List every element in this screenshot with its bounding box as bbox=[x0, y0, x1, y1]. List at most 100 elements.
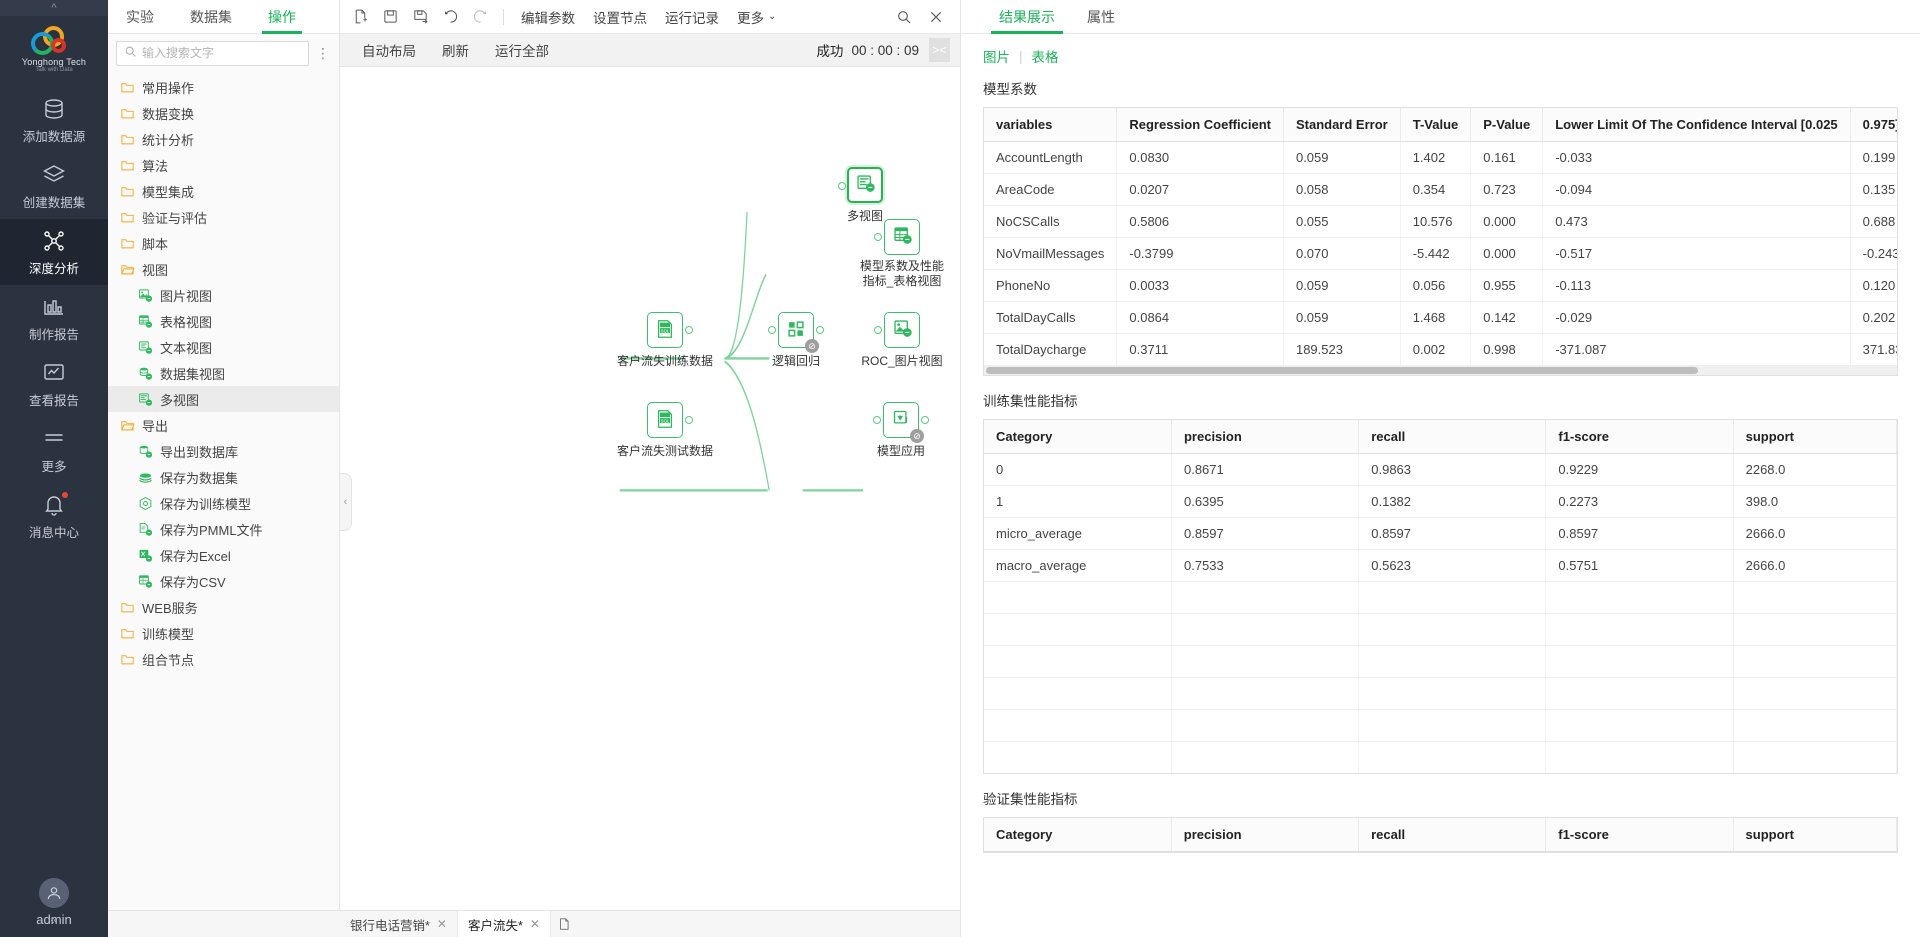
tree-item-0[interactable]: 常用操作 bbox=[108, 74, 339, 100]
run-all-button[interactable]: 运行全部 bbox=[483, 34, 561, 67]
node-box[interactable]: SQL bbox=[647, 312, 693, 348]
table-row[interactable]: 0 0.8671 0.9863 0.9229 2268.0 bbox=[984, 453, 1897, 486]
column-header[interactable]: 0.975]Upper Limit Of The Confidence Inte… bbox=[1850, 108, 1897, 142]
table-scroll-viewport[interactable]: Category precision recall f1-score support bbox=[984, 818, 1897, 852]
search-box[interactable] bbox=[116, 40, 309, 66]
rail-item-deep-analysis[interactable]: 深度分析 bbox=[0, 219, 108, 286]
set-node-button[interactable]: 设置节点 bbox=[585, 4, 655, 30]
scrollbar-thumb[interactable] bbox=[986, 367, 1699, 374]
subtab-image[interactable]: 图片 bbox=[983, 46, 1010, 66]
edit-params-button[interactable]: 编辑参数 bbox=[513, 4, 583, 30]
column-header[interactable]: Regression Coefficient bbox=[1116, 108, 1284, 142]
table-row[interactable]: 1 0.6395 0.1382 0.2273 398.0 bbox=[984, 485, 1897, 518]
tree-item-4[interactable]: 模型集成 bbox=[108, 178, 339, 204]
save-icon[interactable] bbox=[376, 4, 404, 30]
save-as-icon[interactable] bbox=[406, 4, 434, 30]
table-row[interactable]: AccountLength 0.0830 0.059 1.402 0.161 -0.033… bbox=[984, 141, 1897, 174]
column-header[interactable]: Lower Limit Of The Confidence Interval [… bbox=[1542, 108, 1851, 142]
column-header[interactable]: P-Value bbox=[1470, 108, 1544, 142]
rail-item-more[interactable]: 更多 bbox=[0, 417, 108, 483]
search-input[interactable] bbox=[142, 46, 301, 60]
close-icon[interactable]: ✕ bbox=[437, 917, 447, 931]
table-row[interactable]: TotalDayCalls 0.0864 0.059 1.468 0.142 -0.029… bbox=[984, 301, 1897, 334]
tree-more-icon[interactable]: ⋮ bbox=[315, 46, 331, 60]
node-box[interactable]: SQL bbox=[647, 402, 693, 438]
node-train-data[interactable]: SQL 客户流失训练数据 bbox=[617, 312, 713, 369]
node-logistic-regression[interactable]: ⊘ 逻辑回归 bbox=[768, 312, 824, 369]
node-box[interactable] bbox=[838, 167, 883, 203]
node-box[interactable] bbox=[874, 219, 920, 255]
workflow-canvas[interactable]: ‹ SQL 客户流失训练数据 ⊘ 逻辑回归 多视图 模型系数及性能指标_表格视图… bbox=[340, 67, 960, 937]
node-box[interactable]: ⊘ bbox=[873, 402, 929, 443]
table-row[interactable]: PhoneNo 0.0033 0.059 0.056 0.955 -0.113 0.120 bbox=[984, 269, 1897, 302]
node-input-port[interactable] bbox=[873, 416, 881, 424]
rail-item-make-report[interactable]: 制作报告 bbox=[0, 285, 108, 351]
tab-result-display[interactable]: 结果展示 bbox=[983, 0, 1071, 34]
subtab-table[interactable]: 表格 bbox=[1032, 46, 1059, 66]
tree-item-8[interactable]: 图片视图 bbox=[108, 282, 339, 308]
result-panel-body[interactable]: 图片 | 表格 模型系数 variables Regression Coeffici… bbox=[961, 34, 1920, 937]
tree-item-12[interactable]: 多视图 bbox=[108, 386, 339, 412]
tree-item-3[interactable]: 算法 bbox=[108, 152, 339, 178]
table-row[interactable]: TotalDaycharge 0.3711 189.523 0.002 0.998 -37… bbox=[984, 333, 1897, 366]
new-file-icon[interactable] bbox=[346, 4, 374, 30]
tab-operations[interactable]: 操作 bbox=[250, 0, 314, 34]
tree-item-14[interactable]: 导出到数据库 bbox=[108, 438, 339, 464]
tree-item-22[interactable]: 组合节点 bbox=[108, 646, 339, 672]
node-box[interactable] bbox=[874, 312, 920, 348]
node-multi-view[interactable]: 多视图 bbox=[838, 167, 883, 224]
tab-properties[interactable]: 属性 bbox=[1071, 0, 1131, 33]
node-box[interactable]: ⊘ bbox=[768, 312, 824, 353]
tab-dataset[interactable]: 数据集 bbox=[172, 0, 250, 33]
node-input-port[interactable] bbox=[874, 233, 882, 241]
tree-item-17[interactable]: 保存为PMML文件 bbox=[108, 516, 339, 542]
table-row[interactable]: NoVmailMessages -0.3799 0.070 -5.442 0.000 -0… bbox=[984, 237, 1897, 270]
node-output-port[interactable] bbox=[685, 326, 693, 334]
node-input-port[interactable] bbox=[874, 326, 882, 334]
tree-item-10[interactable]: 文本视图 bbox=[108, 334, 339, 360]
column-header[interactable]: variables bbox=[984, 108, 1118, 142]
collapse-panel-icon[interactable]: >< bbox=[929, 38, 950, 62]
panel-collapse-handle[interactable]: ‹ bbox=[340, 473, 352, 531]
tree-item-7[interactable]: 视图 bbox=[108, 256, 339, 282]
table-scroll-viewport[interactable]: variables Regression Coefficient Standard … bbox=[984, 108, 1897, 366]
column-header[interactable]: Standard Error bbox=[1283, 108, 1401, 142]
rail-item-add-datasource[interactable]: 添加数据源 bbox=[0, 87, 108, 153]
table-row[interactable]: NoCSCalls 0.5806 0.055 10.576 0.000 0.473 0.68… bbox=[984, 205, 1897, 238]
column-header[interactable]: Category bbox=[984, 420, 1172, 454]
undo-icon[interactable] bbox=[436, 4, 464, 30]
column-header[interactable]: Category bbox=[984, 818, 1172, 852]
tree-item-2[interactable]: 统计分析 bbox=[108, 126, 339, 152]
refresh-button[interactable]: 刷新 bbox=[430, 34, 481, 67]
column-header[interactable]: support bbox=[1733, 420, 1897, 454]
tree-item-1[interactable]: 数据变换 bbox=[108, 100, 339, 126]
node-output-port[interactable] bbox=[685, 416, 693, 424]
horizontal-scrollbar[interactable] bbox=[984, 366, 1897, 375]
node-roc-image-view[interactable]: ROC_图片视图 bbox=[861, 312, 943, 369]
search-icon[interactable] bbox=[890, 4, 918, 30]
tree-item-13[interactable]: 导出 bbox=[108, 412, 339, 438]
bottom-tab-bank-marketing[interactable]: 银行电话营销* ✕ bbox=[340, 910, 458, 937]
column-header[interactable]: T-Value bbox=[1400, 108, 1472, 142]
node-test-data[interactable]: SQL 客户流失测试数据 bbox=[617, 402, 713, 459]
run-log-button[interactable]: 运行记录 bbox=[657, 4, 727, 30]
node-output-port[interactable] bbox=[816, 326, 824, 334]
rail-collapse-button[interactable]: « bbox=[42, 907, 66, 931]
more-button[interactable]: 更多 ⌄ bbox=[729, 4, 784, 30]
tree-item-20[interactable]: WEB服务 bbox=[108, 594, 339, 620]
tab-experiment[interactable]: 实验 bbox=[108, 0, 172, 33]
tree-item-16[interactable]: 保存为训练模型 bbox=[108, 490, 339, 516]
node-input-port[interactable] bbox=[838, 182, 846, 190]
column-header[interactable]: precision bbox=[1171, 818, 1360, 852]
tree-item-11[interactable]: 数据集视图 bbox=[108, 360, 339, 386]
add-tab-icon[interactable] bbox=[551, 917, 577, 931]
tree-item-19[interactable]: 保存为CSV bbox=[108, 568, 339, 594]
table-row[interactable]: micro_average 0.8597 0.8597 0.8597 2666.0 bbox=[984, 517, 1897, 550]
tree-item-5[interactable]: 验证与评估 bbox=[108, 204, 339, 230]
auto-layout-button[interactable]: 自动布局 bbox=[350, 34, 428, 67]
column-header[interactable]: f1-score bbox=[1545, 818, 1734, 852]
node-output-port[interactable] bbox=[921, 416, 929, 424]
table-row[interactable]: AreaCode 0.0207 0.058 0.354 0.723 -0.094 0.135 bbox=[984, 173, 1897, 206]
rail-collapse-toggle[interactable]: ^ bbox=[0, 0, 108, 16]
operation-tree[interactable]: 常用操作 数据变换 统计分析 算法 模型集成 验证与评估 脚本 视图 图片视图 … bbox=[108, 72, 339, 937]
